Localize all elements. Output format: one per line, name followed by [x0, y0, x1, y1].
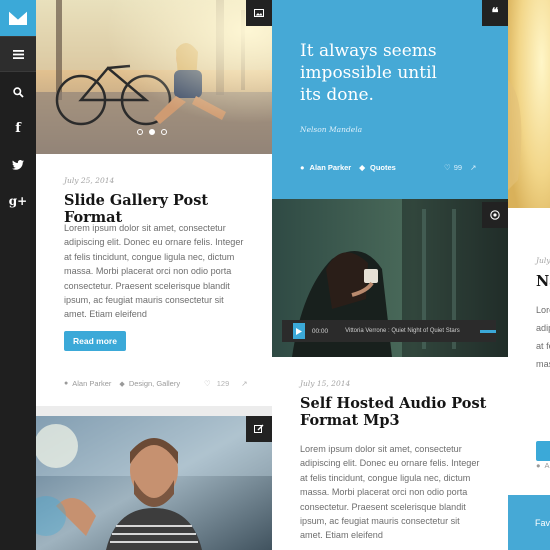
post-title[interactable]: Self Hosted Audio Post Format Mp3	[300, 395, 490, 429]
partial-excerpt-line: at fe	[536, 341, 550, 351]
share-icon[interactable]: ↗	[470, 163, 476, 172]
image-icon	[254, 9, 264, 17]
player-time: 00:00	[311, 327, 329, 335]
partial-post-date: July	[536, 256, 550, 265]
audio-format-tag	[482, 202, 508, 228]
user-icon: ●	[300, 163, 305, 172]
quote-post-category[interactable]: Quotes	[370, 163, 396, 172]
twitter-icon	[12, 160, 24, 170]
link-post-card	[36, 416, 272, 550]
partial-footer-block: Fav	[508, 495, 550, 550]
quote-author: Nelson Mandela	[300, 125, 363, 134]
post-date: July 25, 2014	[64, 176, 115, 185]
partial-post-title[interactable]: Na	[536, 273, 550, 291]
post-actions: ♡ 129 ↗	[204, 379, 248, 388]
quote-post-author[interactable]: Alan Parker	[310, 163, 352, 172]
slider-dots	[137, 129, 167, 135]
partial-excerpt-line: adip	[536, 323, 550, 333]
partial-post-meta: ● A	[536, 461, 550, 470]
play-circle-icon	[490, 210, 500, 220]
gallery-slide-image[interactable]	[36, 0, 272, 154]
like-count: 99	[453, 163, 463, 172]
slider-dot[interactable]	[161, 129, 167, 135]
post-author[interactable]: Alan Parker	[72, 379, 111, 388]
post-date: July 15, 2014	[300, 379, 351, 388]
man-laughing-photo[interactable]	[36, 416, 272, 550]
play-icon	[295, 327, 302, 335]
post-meta: ● Alan Parker ◆ Design, Gallery	[64, 379, 180, 388]
partial-photo[interactable]	[508, 0, 550, 208]
partial-excerpt: Lore adip at fe mas	[536, 301, 550, 373]
pencil-icon	[254, 424, 264, 433]
slider-dot[interactable]	[137, 129, 143, 135]
partial-excerpt-line: Lore	[536, 305, 550, 315]
post-categories[interactable]: Design, Gallery	[129, 379, 180, 388]
user-icon: ●	[536, 461, 541, 470]
quote-icon: ❝	[491, 5, 499, 21]
quote-actions: ♡ 99 ↗	[444, 163, 476, 172]
post-excerpt: Lorem ipsum dolor sit amet, consectetur …	[64, 223, 244, 320]
partial-read-more-button[interactable]	[536, 441, 550, 461]
gallery-post-card: July 25, 2014 Slide Gallery Post Format …	[36, 0, 272, 406]
logo[interactable]	[0, 0, 36, 36]
volume-bar[interactable]	[479, 329, 496, 333]
play-button[interactable]	[293, 323, 305, 339]
quote-text: It always seems impossible until its don…	[300, 41, 437, 105]
heart-icon[interactable]: ♡	[444, 163, 451, 172]
partial-footer-text: Fav	[535, 518, 550, 528]
quote-post-card: ❝ It always seems impossible until its d…	[272, 0, 508, 199]
twitter-button[interactable]	[0, 147, 36, 183]
google-plus-button[interactable]: g+	[0, 183, 36, 219]
audio-post-card: 00:00 Vittoria Verrone : Quiet Night of …	[272, 199, 508, 550]
tag-icon: ◆	[119, 380, 125, 388]
logo-icon	[8, 10, 28, 25]
google-plus-icon: g+	[8, 194, 28, 208]
quote-format-tag: ❝	[482, 0, 508, 26]
tag-icon: ◆	[359, 163, 366, 172]
heart-icon[interactable]: ♡	[204, 379, 211, 388]
share-icon[interactable]: ↗	[241, 379, 247, 388]
image-format-tag	[246, 0, 272, 26]
edit-format-tag	[246, 416, 272, 442]
like-count: 129	[216, 379, 230, 388]
search-button[interactable]	[0, 74, 36, 110]
audio-player: 00:00 Vittoria Verrone : Quiet Night of …	[282, 320, 496, 342]
post-excerpt: Lorem ipsum dolor sit amet, consectetur …	[300, 444, 480, 541]
player-track-title: Vittoria Verrone : Quiet Night of Quiet …	[345, 328, 460, 334]
facebook-button[interactable]: f	[0, 110, 36, 146]
slider-dot-active[interactable]	[149, 129, 155, 135]
partial-post-card: July Na Lore adip at fe mas ● A Fav	[508, 0, 550, 550]
quote-meta: ● Alan Parker ◆ Quotes	[300, 163, 396, 172]
partial-excerpt-line: mas	[536, 359, 550, 369]
hamburger-icon	[12, 49, 24, 59]
facebook-icon: f	[15, 120, 21, 136]
partial-post-author[interactable]: A	[545, 461, 550, 470]
menu-button[interactable]	[0, 36, 36, 72]
read-more-button[interactable]: Read more	[64, 331, 126, 351]
sidebar: f g+	[0, 0, 36, 550]
search-icon	[12, 86, 24, 98]
user-icon: ●	[64, 380, 69, 387]
